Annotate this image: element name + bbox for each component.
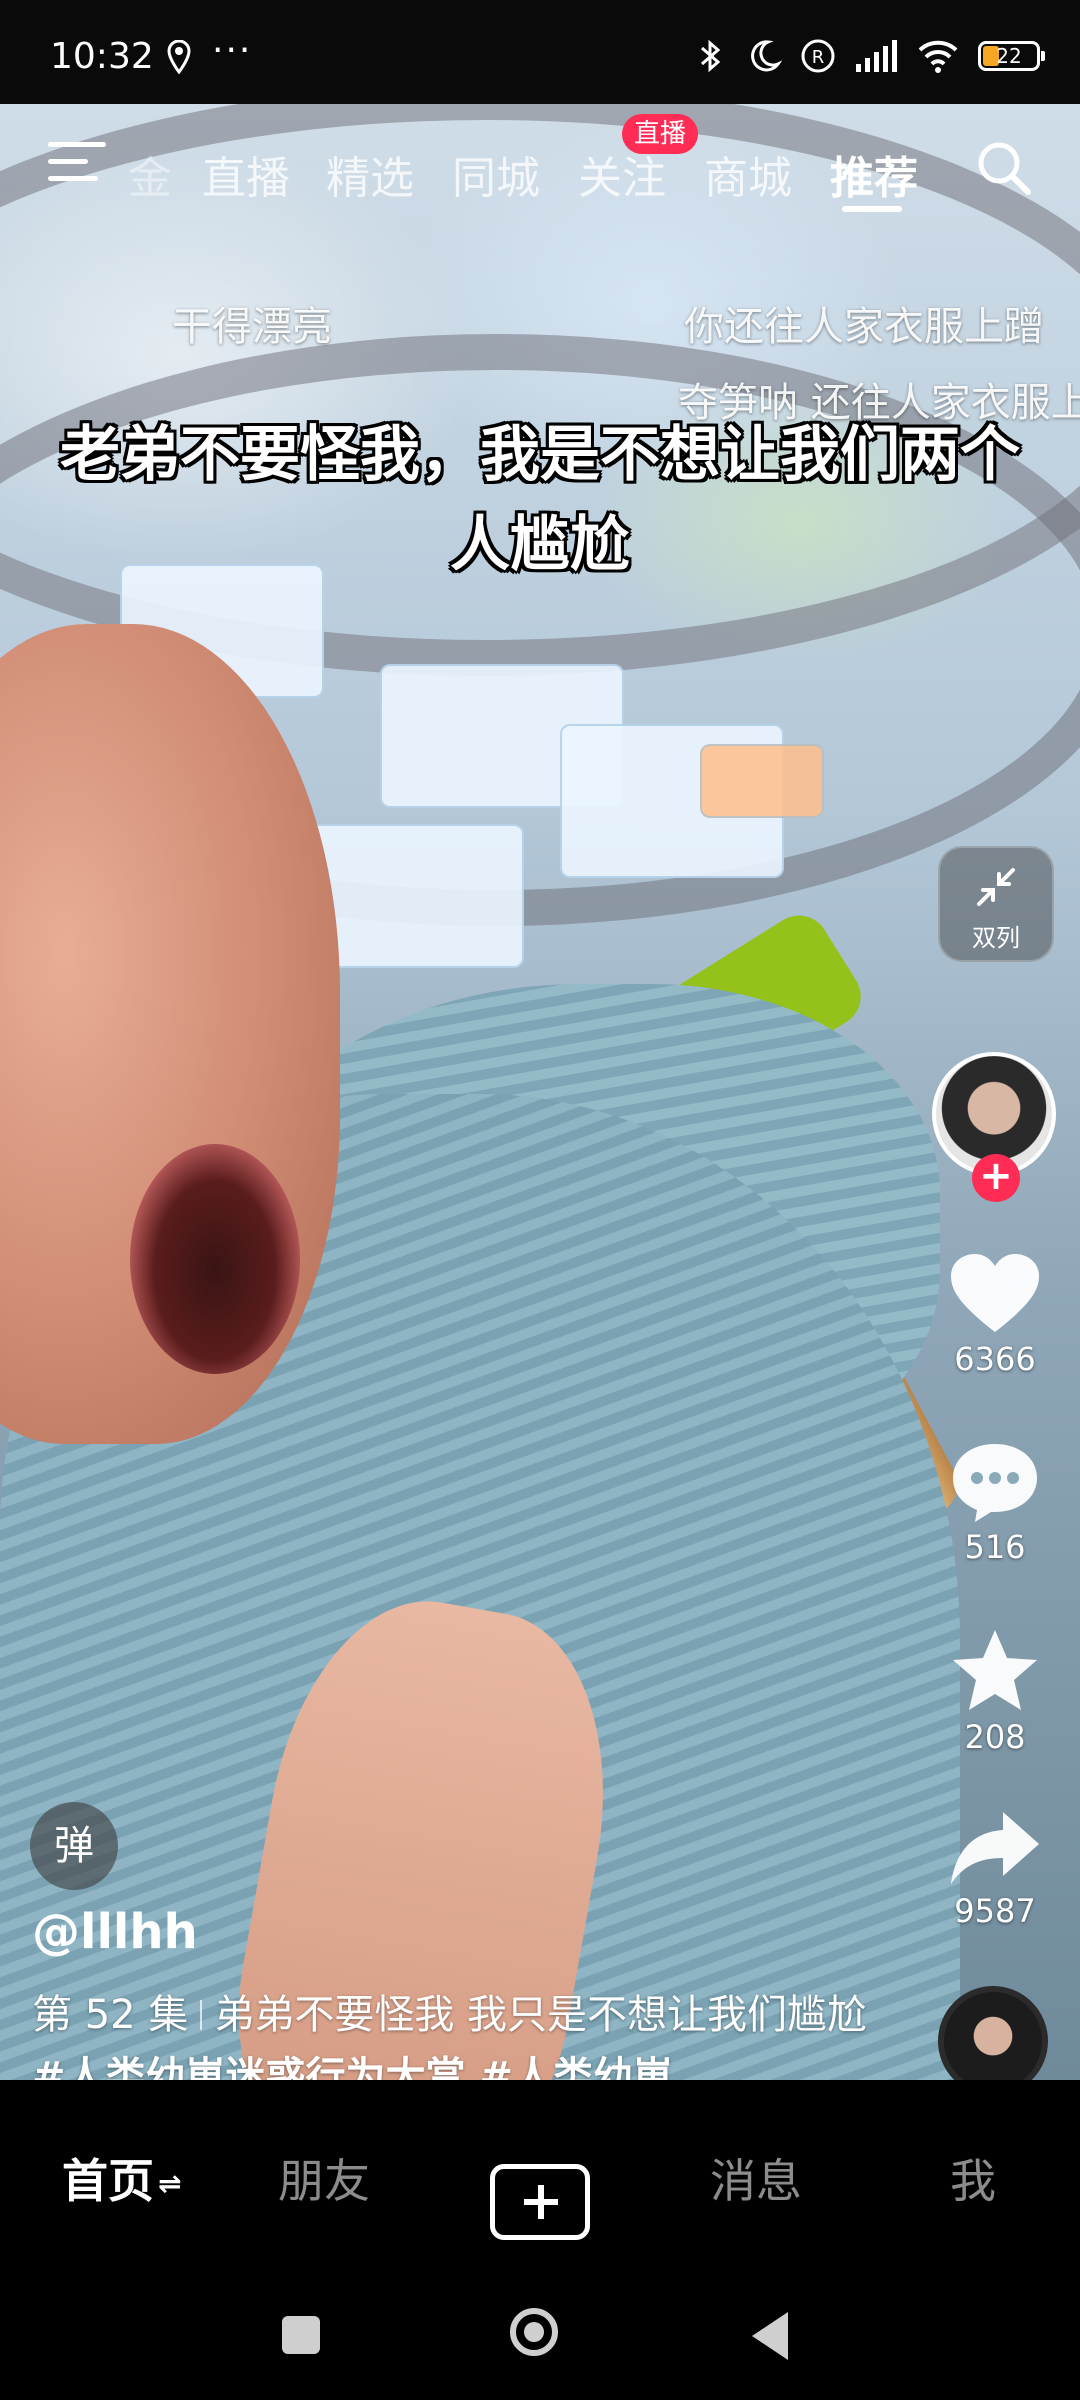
active-tab-indicator xyxy=(842,206,902,212)
back-button[interactable] xyxy=(752,2312,788,2360)
tab-home[interactable]: 首页 ⇌ xyxy=(62,2145,181,2211)
signal-icon xyxy=(856,40,897,72)
danmaku-comment: 你还往人家衣服上蹭 xyxy=(684,304,1044,350)
danmaku-comment: 干得漂亮 xyxy=(172,304,332,350)
tab-nearby[interactable]: 同城 xyxy=(452,142,540,206)
battery-level: 22 xyxy=(996,44,1022,68)
tab-messages[interactable]: 消息 xyxy=(710,2145,802,2211)
danmaku-toggle-button[interactable]: 弹 xyxy=(30,1802,118,1890)
live-badge: 直播 xyxy=(622,114,699,154)
status-time: 10:32 xyxy=(50,36,154,77)
dual-column-label: 双列 xyxy=(972,924,1020,952)
episode-label[interactable]: 第 52 集 xyxy=(32,1992,188,2038)
status-more-dots: ··· xyxy=(212,30,253,71)
follow-button[interactable]: + xyxy=(972,1154,1020,1202)
comment-count: 516 xyxy=(964,1528,1026,1566)
dual-column-button[interactable]: 双列 xyxy=(938,846,1054,962)
share-arrow-icon xyxy=(951,1812,1039,1884)
video-bg-product xyxy=(700,744,824,818)
tab-live[interactable]: 直播 xyxy=(202,142,290,206)
tab-recommend[interactable]: 推荐 xyxy=(830,142,918,206)
tab-me[interactable]: 我 xyxy=(950,2145,996,2211)
status-bar: 10:32 ··· R 22 xyxy=(0,0,1080,104)
favorite-button[interactable]: 208 xyxy=(935,1626,1055,1756)
tab-featured[interactable]: 精选 xyxy=(326,142,414,206)
tab-partial[interactable]: 金 xyxy=(128,142,172,206)
share-button[interactable]: 9587 xyxy=(935,1808,1055,1930)
share-count: 9587 xyxy=(954,1892,1036,1930)
home-button[interactable] xyxy=(510,2308,558,2356)
registered-icon: R xyxy=(801,39,835,73)
search-icon[interactable] xyxy=(974,138,1034,198)
menu-icon[interactable] xyxy=(48,142,106,182)
comment-icon xyxy=(953,1444,1037,1522)
caption-text: 弟弟不要怪我 我只是不想让我们尴尬 xyxy=(214,1992,868,2038)
tab-friends[interactable]: 朋友 xyxy=(278,2145,370,2211)
wifi-icon xyxy=(918,40,958,73)
heart-icon xyxy=(951,1254,1039,1332)
tab-mall[interactable]: 商城 xyxy=(704,142,792,206)
favorite-count: 208 xyxy=(964,1718,1026,1756)
svg-text:R: R xyxy=(812,47,825,68)
caption-separator xyxy=(200,2000,203,2030)
recent-apps-button[interactable] xyxy=(282,2316,320,2354)
top-nav: 金 直播 精选 同城 关注 直播 商城 推荐 xyxy=(0,104,1080,214)
bluetooth-icon xyxy=(701,39,721,73)
comment-button[interactable]: 516 xyxy=(935,1440,1055,1566)
video-bg-mouth xyxy=(130,1144,300,1374)
refresh-icon: ⇌ xyxy=(158,2167,182,2200)
create-post-button[interactable] xyxy=(490,2164,590,2240)
like-count: 6366 xyxy=(954,1340,1036,1378)
author-name[interactable]: @lllhh xyxy=(32,1904,198,1960)
location-icon xyxy=(167,40,191,74)
collapse-arrows-icon xyxy=(977,868,1015,906)
status-icons: R 22 xyxy=(692,36,1045,76)
video-subtitle: 老弟不要怪我，我是不想让我们两个人尴尬 xyxy=(60,420,1020,580)
battery-icon: 22 xyxy=(978,41,1045,71)
star-icon xyxy=(953,1630,1037,1710)
like-button[interactable]: 6366 xyxy=(935,1252,1055,1378)
system-nav-bar xyxy=(0,2250,1080,2400)
moon-icon xyxy=(751,40,782,72)
tab-home-label: 首页 xyxy=(62,2154,154,2208)
